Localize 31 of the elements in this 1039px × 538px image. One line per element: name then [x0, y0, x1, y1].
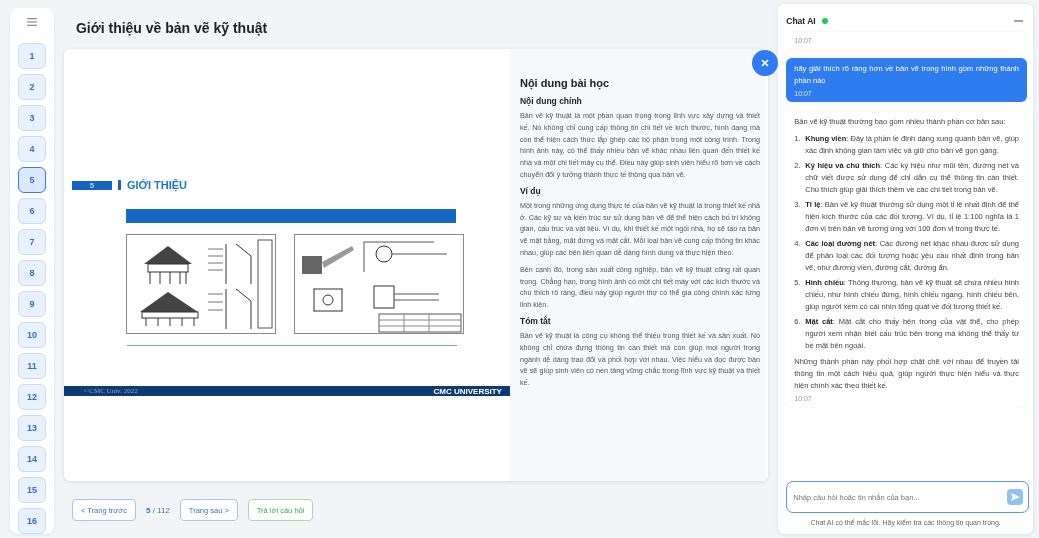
page-button[interactable]: 10 — [17, 322, 46, 348]
close-button[interactable] — [752, 50, 779, 76]
page-button[interactable]: 5 — [17, 167, 46, 193]
page-button[interactable]: 15 — [17, 477, 46, 503]
section-heading: Ví dụ — [519, 185, 542, 196]
page-total: / 112 — [152, 505, 170, 515]
section-heading: Tóm tắt — [519, 315, 552, 326]
page-button[interactable]: 11 — [17, 353, 46, 379]
panel-title: Nội dung bài học — [519, 77, 611, 89]
page-button[interactable]: 9 — [17, 291, 46, 317]
page-button[interactable]: 1 — [17, 43, 46, 69]
send-button[interactable] — [1007, 489, 1023, 505]
chat-title: Chat AI — [786, 16, 816, 26]
page-button[interactable]: 16 — [17, 508, 46, 534]
page-button[interactable]: 6 — [17, 198, 46, 224]
page-button[interactable]: 2 — [17, 74, 46, 100]
section-heading: Nội dung chính — [519, 96, 583, 106]
page-button[interactable]: 12 — [17, 384, 46, 410]
page-button[interactable]: 14 — [17, 446, 46, 472]
close-icon — [761, 59, 770, 67]
page-button[interactable]: 4 — [17, 136, 46, 162]
page-button[interactable]: 7 — [17, 229, 46, 255]
page-button[interactable]: 8 — [17, 260, 46, 286]
lesson-title: Giới thiệu về bản vẽ kỹ thuật — [75, 20, 269, 36]
page-button[interactable]: 3 — [17, 105, 46, 131]
menu-icon[interactable] — [25, 18, 38, 26]
current-page: 5 — [145, 505, 151, 515]
page-button[interactable]: 13 — [17, 415, 46, 441]
slide-heading: GIỚI THIỆU — [126, 179, 188, 191]
university-name: CMC UNIVERSITY — [433, 386, 502, 396]
send-icon — [1010, 493, 1020, 501]
